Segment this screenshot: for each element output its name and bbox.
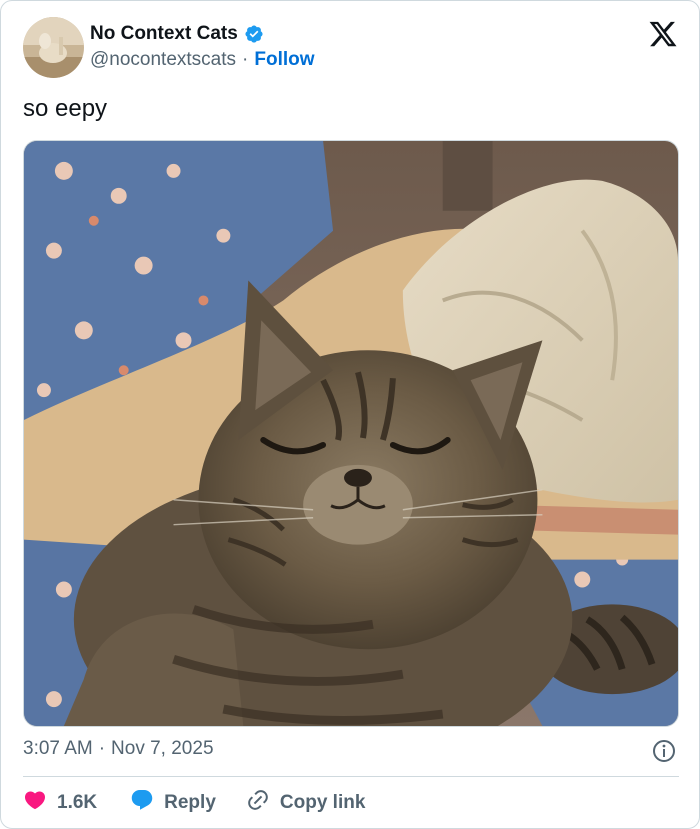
reply-button[interactable]: Reply — [130, 788, 216, 818]
info-icon[interactable] — [652, 739, 676, 763]
x-logo-icon[interactable] — [648, 19, 678, 49]
copy-link-label: Copy link — [279, 792, 366, 813]
tweet-text: so eepy — [23, 95, 108, 122]
avatar[interactable] — [23, 17, 84, 78]
separator-dot: · — [98, 738, 106, 759]
follow-button[interactable]: Follow — [254, 49, 314, 71]
divider — [23, 776, 679, 777]
reply-label: Reply — [164, 792, 216, 813]
link-icon — [246, 788, 270, 818]
heart-icon — [23, 788, 47, 818]
tweet-time: 3:07 AM — [23, 738, 93, 759]
speech-bubble-icon — [130, 788, 154, 818]
author-handle[interactable]: @nocontextscats — [90, 49, 236, 71]
tweet-media-photo[interactable] — [23, 140, 679, 727]
tweet-date: Nov 7, 2025 — [111, 738, 214, 759]
tweet-timestamp[interactable]: 3:07 AM · Nov 7, 2025 — [23, 738, 214, 760]
separator-dot: · — [242, 49, 249, 70]
tweet-card: No Context Cats @nocontextscats · Follow… — [0, 0, 700, 829]
like-button[interactable]: 1.6K — [23, 788, 97, 818]
author-display-name[interactable]: No Context Cats — [90, 23, 238, 45]
verified-badge-icon — [244, 24, 264, 44]
likes-count: 1.6K — [57, 792, 98, 813]
copy-link-button[interactable]: Copy link — [246, 788, 366, 818]
